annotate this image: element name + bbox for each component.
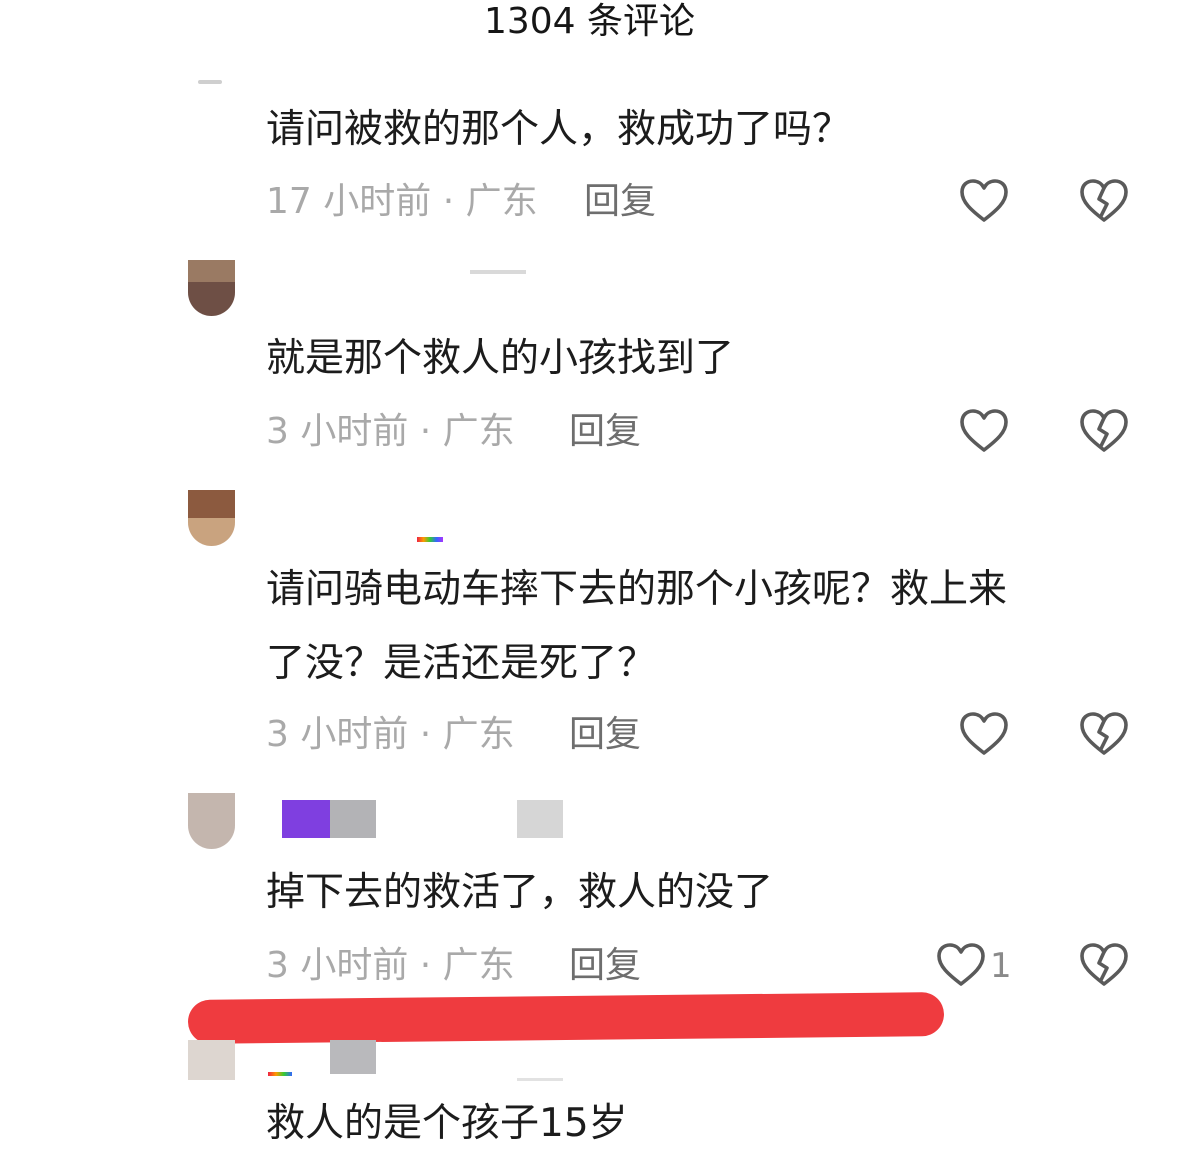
comment-text: 了没？是活还是死了？ [266, 641, 657, 686]
username-blur[interactable] [517, 800, 563, 838]
username-blur[interactable] [470, 270, 526, 274]
comment-meta: 3 小时前 · 广东 [266, 714, 515, 755]
comment-text: 请问骑电动车摔下去的那个小孩呢？救上来 [266, 567, 1008, 612]
reply-button[interactable]: 回复 [569, 944, 641, 988]
heart-outline-icon[interactable] [959, 408, 1009, 454]
comment-text: 救人的是个孩子15岁 [266, 1101, 628, 1146]
broken-heart-icon[interactable] [1079, 942, 1129, 988]
comment-meta: 17 小时前 · 广东 [266, 181, 538, 222]
comment-count-title: 1304 条评论 [483, 1, 696, 42]
broken-heart-icon[interactable] [1079, 711, 1129, 757]
avatar[interactable] [188, 1040, 235, 1080]
username-blur[interactable] [330, 1040, 376, 1074]
comment-meta: 3 小时前 · 广东 [266, 945, 515, 986]
heart-outline-icon[interactable] [959, 711, 1009, 757]
heart-outline-icon[interactable] [959, 178, 1009, 224]
avatar-remnant [198, 80, 222, 84]
heart-outline-icon[interactable] [936, 942, 986, 988]
username-blur[interactable] [517, 1078, 563, 1081]
username-blur[interactable] [417, 537, 443, 542]
avatar[interactable] [188, 260, 235, 316]
avatar[interactable] [188, 793, 235, 849]
red-highlight-stroke [187, 992, 945, 1044]
comment-meta: 3 小时前 · 广东 [266, 411, 515, 452]
comment-text: 请问被救的那个人，救成功了吗？ [266, 107, 852, 152]
username-blur[interactable] [282, 800, 330, 838]
avatar[interactable] [188, 490, 235, 546]
broken-heart-icon[interactable] [1079, 408, 1129, 454]
username-blur[interactable] [330, 800, 376, 838]
broken-heart-icon[interactable] [1079, 178, 1129, 224]
reply-button[interactable]: 回复 [584, 180, 656, 224]
username-blur[interactable] [268, 1072, 292, 1076]
reply-button[interactable]: 回复 [569, 713, 641, 757]
like-count: 1 [990, 946, 1012, 986]
reply-button[interactable]: 回复 [569, 410, 641, 454]
comment-text: 就是那个救人的小孩找到了 [266, 336, 735, 381]
comment-text: 掉下去的救活了，救人的没了 [266, 870, 774, 915]
